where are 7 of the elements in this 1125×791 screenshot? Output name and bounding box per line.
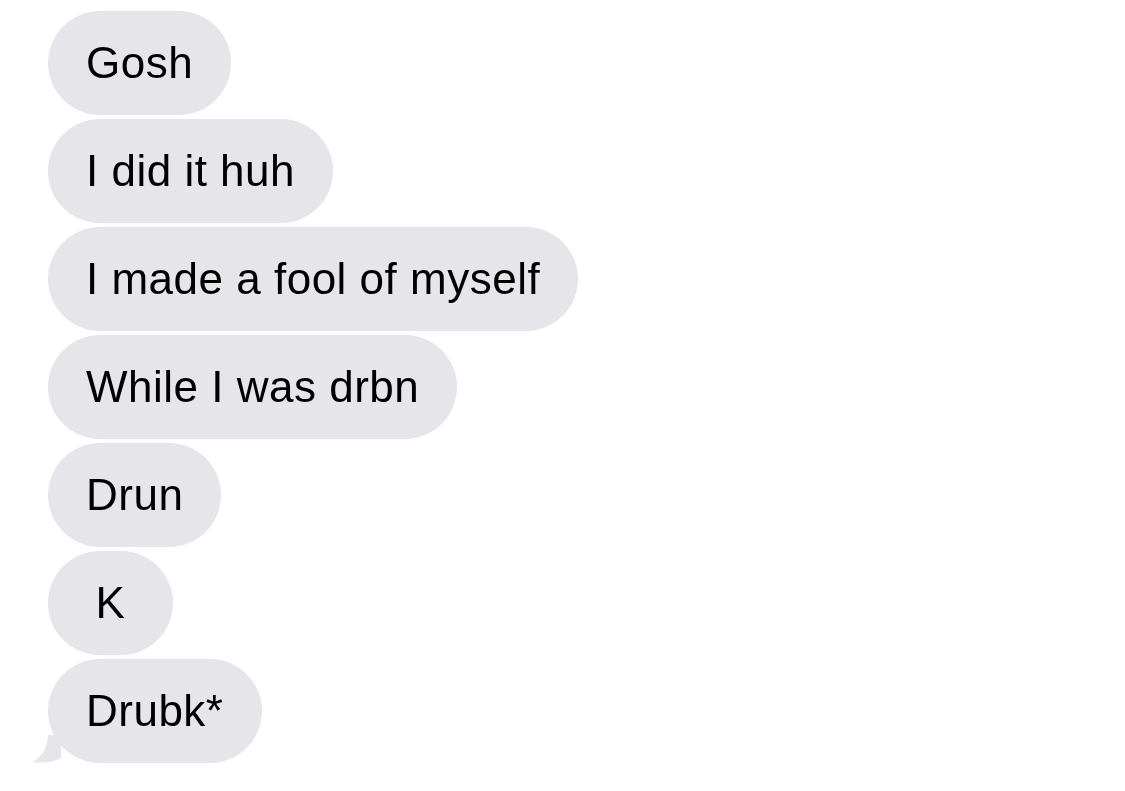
message-bubble: I made a fool of myself — [48, 227, 579, 331]
message-bubble: Drubk* — [48, 659, 262, 763]
message-bubble: Gosh — [48, 11, 232, 115]
message-bubble: K — [48, 551, 173, 655]
message-bubble: I did it huh — [48, 119, 334, 223]
message-bubble: While I was drbn — [48, 335, 458, 439]
message-bubble: Drun — [48, 443, 222, 547]
